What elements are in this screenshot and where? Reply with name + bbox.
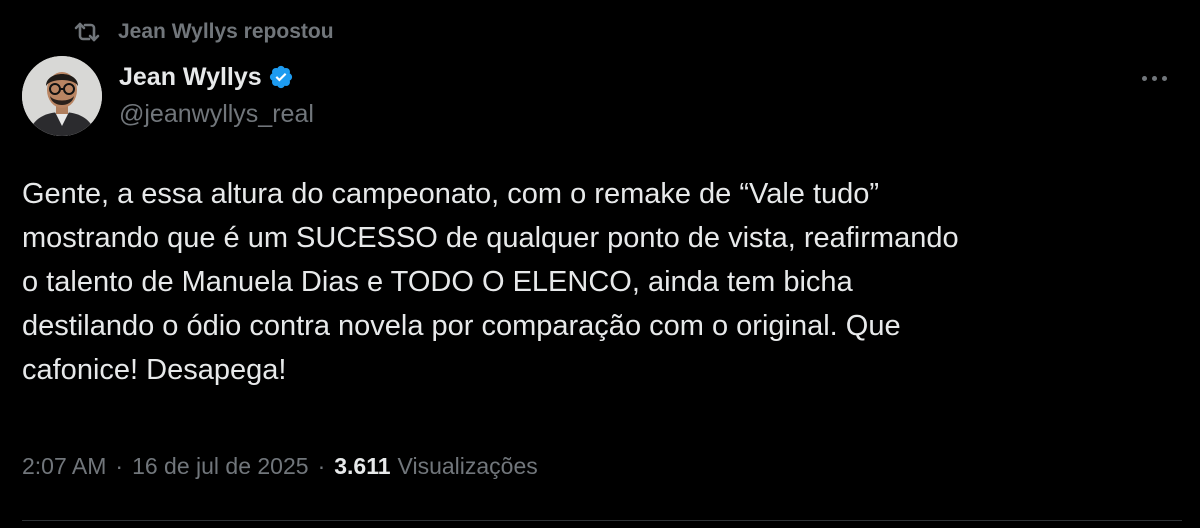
verified-badge-icon[interactable] [268, 63, 296, 91]
tweet-date[interactable]: 16 de jul de 2025 [132, 453, 309, 480]
meta-separator: · [115, 452, 124, 479]
tweet-text: Gente, a essa altura do campeonato, com … [22, 178, 959, 386]
more-options-icon [1151, 75, 1157, 81]
tweet-time[interactable]: 2:07 AM [22, 453, 106, 480]
tweet-meta: 2:07 AM · 16 de jul de 2025 · 3.611 Visu… [22, 450, 538, 482]
divider [22, 520, 1182, 521]
more-options-icon [1161, 75, 1167, 81]
display-name[interactable]: Jean Wyllys [119, 63, 262, 92]
author-handle[interactable]: @jeanwyllys_real [119, 100, 314, 129]
repost-icon [72, 20, 102, 44]
repost-header[interactable]: Jean Wyllys repostou [72, 18, 334, 46]
more-options-icon [1141, 75, 1147, 81]
views-label: Visualizações [397, 452, 538, 479]
meta-separator: · [317, 452, 326, 479]
views-count: 3.611 [334, 452, 391, 479]
repost-label: Jean Wyllys repostou [118, 20, 334, 43]
author-info: Jean Wyllys @jeanwyllys_real [119, 60, 314, 129]
more-options-button[interactable] [1134, 64, 1174, 92]
avatar[interactable] [22, 56, 102, 136]
